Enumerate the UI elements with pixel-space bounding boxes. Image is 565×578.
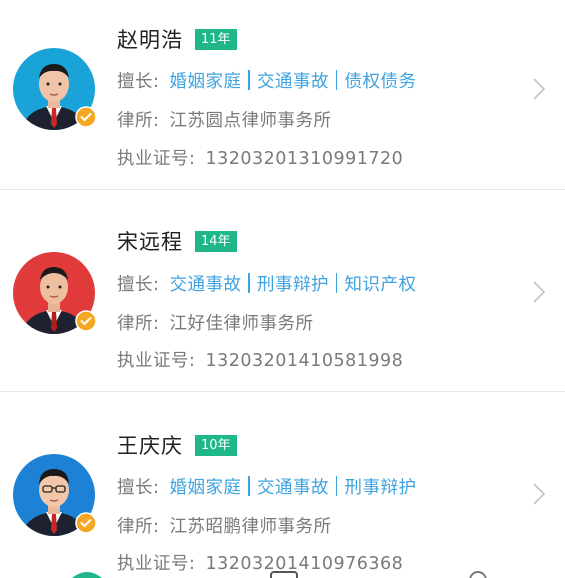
avatar (13, 48, 97, 130)
profile-tab-icon[interactable] (466, 570, 490, 578)
specialty-tag: 债权债务 (344, 72, 417, 92)
specialty-tag: 婚姻家庭 (169, 478, 242, 498)
specialty-tag: 刑事辩护 (256, 275, 329, 295)
license-label: 执业证号: (117, 149, 196, 169)
chevron-right-icon (533, 281, 546, 303)
firm-label: 律所: (117, 111, 160, 131)
specialty-tag: 刑事辩护 (344, 478, 417, 498)
bottom-tab-bar (0, 570, 565, 578)
lawyer-list: 赵明浩 11年 擅长: 婚姻家庭 交通事故 债权债务 律所: 江苏圆点律师事务所 执… (0, 0, 565, 578)
lawyer-card[interactable]: 宋远程 14年 擅长: 交通事故 刑事辩护 知识产权 律所: 江好佳律师事务所 执业… (0, 190, 565, 392)
license-line: 执业证号: 13203201410581998 (117, 347, 403, 372)
lawyer-name: 赵明浩 (117, 28, 183, 52)
specialty-divider (335, 273, 338, 293)
chevron-right-icon (533, 483, 546, 505)
specialty-label: 擅长: (117, 72, 160, 92)
avatar (13, 252, 97, 334)
chevron-right-icon (533, 78, 546, 100)
firm-line: 律所: 江苏昭鹏律师事务所 (117, 513, 331, 538)
firm-line: 律所: 江苏圆点律师事务所 (117, 107, 331, 132)
specialty-divider (335, 476, 338, 496)
name-row: 宋远程 14年 (117, 226, 237, 256)
specialty-tag: 知识产权 (344, 275, 417, 295)
lawyer-name: 宋远程 (117, 230, 183, 254)
firm-name: 江苏圆点律师事务所 (169, 111, 332, 131)
verified-badge-icon (75, 106, 97, 128)
years-badge: 11年 (195, 28, 237, 50)
specialty-tag: 交通事故 (169, 275, 242, 295)
specialty-label: 擅长: (117, 275, 160, 295)
license-number: 13203201410581998 (205, 351, 404, 371)
specialty-line: 擅长: 婚姻家庭 交通事故 刑事辩护 (117, 474, 416, 499)
specialty-divider (248, 70, 250, 90)
specialty-tag: 交通事故 (256, 478, 329, 498)
name-row: 赵明浩 11年 (117, 24, 237, 54)
specialty-line: 擅长: 婚姻家庭 交通事故 债权债务 (117, 68, 416, 93)
firm-name: 江好佳律师事务所 (169, 314, 314, 334)
verified-badge-icon (75, 310, 97, 332)
license-number: 13203201310991720 (205, 149, 404, 169)
specialty-divider (335, 70, 338, 90)
specialty-divider (248, 476, 250, 496)
name-row: 王庆庆 10年 (117, 430, 237, 460)
firm-name: 江苏昭鹏律师事务所 (169, 517, 332, 537)
specialty-label: 擅长: (117, 478, 160, 498)
verified-badge-icon (75, 512, 97, 534)
avatar (13, 454, 97, 536)
lawyer-card[interactable]: 王庆庆 10年 擅长: 婚姻家庭 交通事故 刑事辩护 律所: 江苏昭鹏律师事务所 执… (0, 392, 565, 578)
lawyer-card[interactable]: 赵明浩 11年 擅长: 婚姻家庭 交通事故 债权债务 律所: 江苏圆点律师事务所 执… (0, 0, 565, 190)
home-tab-icon[interactable] (70, 570, 104, 578)
lawyer-name: 王庆庆 (117, 434, 183, 458)
specialty-tag: 交通事故 (256, 72, 329, 92)
firm-label: 律所: (117, 517, 160, 537)
years-badge: 10年 (195, 434, 237, 456)
firm-line: 律所: 江好佳律师事务所 (117, 310, 313, 335)
license-label: 执业证号: (117, 351, 196, 371)
specialty-line: 擅长: 交通事故 刑事辩护 知识产权 (117, 271, 416, 296)
license-line: 执业证号: 13203201310991720 (117, 145, 403, 170)
message-tab-icon[interactable] (268, 570, 300, 578)
firm-label: 律所: (117, 314, 160, 334)
specialty-divider (248, 273, 250, 293)
years-badge: 14年 (195, 230, 237, 252)
specialty-tag: 婚姻家庭 (169, 72, 242, 92)
